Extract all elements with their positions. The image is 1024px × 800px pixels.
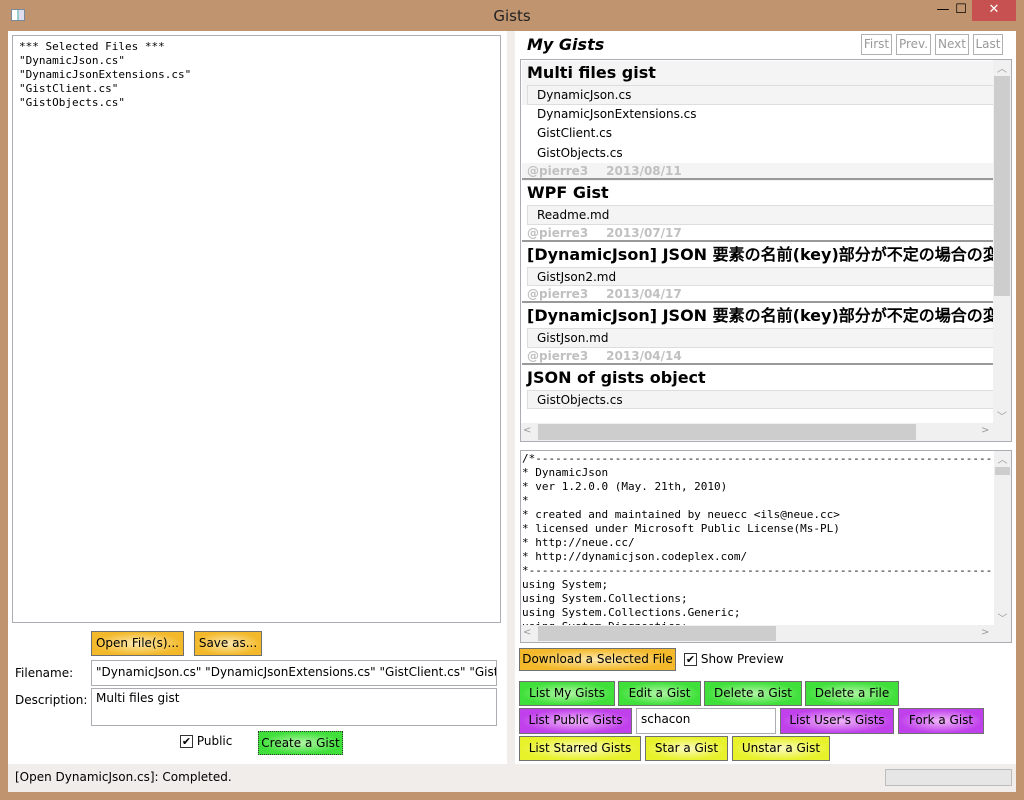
prev-page-button[interactable]: Prev. [896,34,931,55]
selected-files-text[interactable]: *** Selected Files *** "DynamicJson.cs" … [12,35,501,623]
preview-horizontal-scrollbar[interactable]: < > [521,625,1011,642]
gist-user: @pierre3 [527,225,589,240]
download-file-button[interactable]: Download a Selected File [519,648,676,671]
gist-user: @pierre3 [527,164,589,178]
last-page-button[interactable]: Last [973,34,1003,55]
gist-file[interactable]: DynamicJsonExtensions.cs [522,104,994,124]
title-bar: Gists — ☐ ✕ [0,0,1024,31]
list-my-gists-button[interactable]: List My Gists [519,681,615,706]
gist-user: @pierre3 [527,348,589,363]
unstar-gist-button[interactable]: Unstar a Gist [732,736,830,761]
scroll-up-icon[interactable]: ︿ [994,451,1011,467]
gist-date: 2013/04/17 [606,287,682,301]
gist-file[interactable]: GistJson2.md [527,266,994,286]
gist-file[interactable]: DynamicJson.cs [527,85,994,105]
gist-file[interactable]: GistJson.md [527,328,994,348]
gist-date: 2013/07/17 [606,225,682,240]
gist-item[interactable]: [DynamicJson] JSON 要素の名前(key)部分が不定の場合の変換… [522,304,994,366]
scroll-down-icon[interactable]: ﹀ [993,408,1011,423]
progress-bar [885,769,1012,786]
gist-title: [DynamicJson] JSON 要素の名前(key)部分が不定の場合の変換 [527,244,994,264]
window-title: Gists [493,7,531,25]
gist-meta: @pierre3 2013/08/11 [522,163,994,180]
checkmark-icon: ✔ [684,653,697,666]
scroll-thumb[interactable] [538,626,776,641]
vertical-scrollbar[interactable]: ︿ ﹀ [993,60,1011,423]
my-gists-heading: My Gists [527,35,605,54]
delete-gist-button[interactable]: Delete a Gist [704,681,802,706]
scroll-right-icon[interactable]: > [981,627,989,638]
gist-title: Multi files gist [527,63,656,82]
gist-file[interactable]: GistObjects.cs [522,143,994,163]
scroll-thumb[interactable] [994,76,1010,296]
gist-meta: @pierre3 2013/04/17 [522,286,994,303]
save-as-button[interactable]: Save as... [194,631,262,656]
gist-date: 2013/08/11 [606,164,682,178]
delete-file-button[interactable]: Delete a File [805,681,899,706]
gist-title: [DynamicJson] JSON 要素の名前(key)部分が不定の場合の変換 [527,306,994,325]
fork-gist-button[interactable]: Fork a Gist [898,708,984,734]
scroll-up-icon[interactable]: ︿ [993,60,1011,76]
gist-file[interactable]: GistObjects.cs [527,389,994,409]
open-files-button[interactable]: Open File(s)... [91,631,184,656]
public-label: Public [196,734,233,748]
description-input[interactable]: Multi files gist [91,688,497,726]
filename-label: Filename: [15,666,74,680]
scroll-left-icon[interactable]: < [523,425,531,436]
scroll-left-icon[interactable]: < [523,627,531,638]
create-gist-button[interactable]: Create a Gist [258,731,343,755]
show-preview-checkbox[interactable]: ✔ Show Preview [684,652,784,666]
checkmark-icon: ✔ [180,735,193,748]
list-starred-gists-button[interactable]: List Starred Gists [519,736,641,761]
gist-meta: @pierre3 2013/07/17 [522,225,994,242]
gist-item[interactable]: Multi files gist DynamicJson.cs DynamicJso… [522,61,994,181]
first-page-button[interactable]: First [861,34,892,55]
next-page-button[interactable]: Next [935,34,969,55]
gist-user: @pierre3 [527,287,589,301]
filename-input[interactable]: "DynamicJson.cs" "DynamicJsonExtensions.… [91,660,497,686]
gist-item[interactable]: [DynamicJson] JSON 要素の名前(key)部分が不定の場合の変換… [522,243,994,305]
scroll-thumb[interactable] [995,467,1010,475]
gist-title: WPF Gist [527,183,609,202]
close-button[interactable]: ✕ [972,0,1016,21]
scroll-thumb[interactable] [538,424,916,440]
preview-vertical-scrollbar[interactable]: ︿ ﹀ [994,451,1011,625]
gist-item[interactable]: WPF Gist Readme.md @pierre3 2013/07/17 [522,181,994,243]
show-preview-label: Show Preview [700,652,784,666]
gist-title: JSON of gists object [527,367,706,387]
gist-list[interactable]: Multi files gist DynamicJson.cs DynamicJso… [520,59,1012,442]
list-public-gists-button[interactable]: List Public Gists [519,708,632,734]
username-input[interactable]: schacon [636,708,776,734]
star-gist-button[interactable]: Star a Gist [645,736,728,761]
preview-text: /*--------------------------------------… [522,452,994,625]
scroll-right-icon[interactable]: > [981,425,989,436]
horizontal-scrollbar[interactable]: < > [521,423,1011,441]
gist-file[interactable]: Readme.md [527,205,994,225]
gist-date: 2013/04/14 [606,348,682,363]
description-label: Description: [15,693,88,707]
gist-item[interactable]: JSON of gists object GistObjects.cs [522,366,994,409]
gist-meta: @pierre3 2013/04/14 [522,348,994,365]
gist-file[interactable]: GistClient.cs [522,124,994,144]
status-text: [Open DynamicJson.cs]: Completed. [15,770,232,784]
scroll-down-icon[interactable]: ﹀ [994,610,1011,625]
public-checkbox[interactable]: ✔ Public [180,734,232,748]
list-user-gists-button[interactable]: List User's Gists [780,708,894,734]
preview-pane[interactable]: /*--------------------------------------… [520,450,1012,643]
edit-gist-button[interactable]: Edit a Gist [618,681,701,706]
